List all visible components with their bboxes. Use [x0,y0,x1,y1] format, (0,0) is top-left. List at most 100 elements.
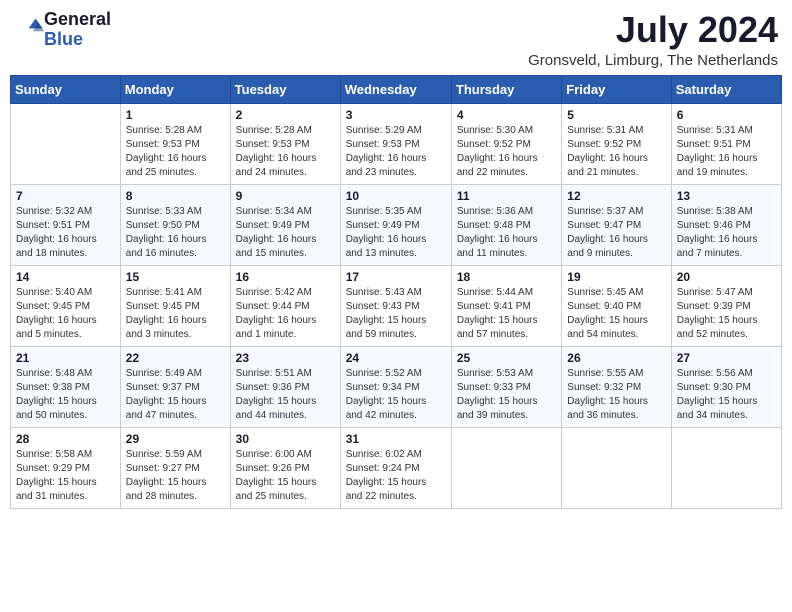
day-info: Sunrise: 5:56 AM Sunset: 9:30 PM Dayligh… [677,367,776,423]
day-number: 11 [457,189,556,203]
day-number: 14 [16,270,115,284]
day-number: 15 [126,270,225,284]
day-info: Sunrise: 5:48 AM Sunset: 9:38 PM Dayligh… [16,367,115,423]
day-number: 23 [236,351,335,365]
calendar-day-cell: 12 Sunrise: 5:37 AM Sunset: 9:47 PM Dayli… [562,184,671,265]
calendar-day-cell: 29 Sunrise: 5:59 AM Sunset: 9:27 PM Dayli… [120,427,230,508]
calendar-header-row: SundayMondayTuesdayWednesdayThursdayFrid… [11,75,782,103]
day-number: 16 [236,270,335,284]
day-number: 4 [457,108,556,122]
calendar-day-cell: 15 Sunrise: 5:41 AM Sunset: 9:45 PM Dayli… [120,265,230,346]
day-info: Sunrise: 5:34 AM Sunset: 9:49 PM Dayligh… [236,205,335,261]
day-info: Sunrise: 5:51 AM Sunset: 9:36 PM Dayligh… [236,367,335,423]
calendar-day-cell [11,103,121,184]
calendar-day-cell: 31Sunrise: 6:02 AM Sunset: 9:24 PM Dayli… [340,427,451,508]
calendar-day-cell: 2 Sunrise: 5:28 AM Sunset: 9:53 PM Daylig… [230,103,340,184]
calendar-day-cell: 8Sunrise: 5:33 AM Sunset: 9:50 PM Daylig… [120,184,230,265]
calendar-day-cell: 24 Sunrise: 5:52 AM Sunset: 9:34 PM Dayli… [340,346,451,427]
day-info: Sunrise: 5:49 AM Sunset: 9:37 PM Dayligh… [126,367,225,423]
calendar-week-row: 28 Sunrise: 5:58 AM Sunset: 9:29 PM Dayli… [11,427,782,508]
day-number: 17 [346,270,446,284]
weekday-header: Wednesday [340,75,451,103]
day-number: 10 [346,189,446,203]
day-info: Sunrise: 5:55 AM Sunset: 9:32 PM Dayligh… [567,367,665,423]
day-info: Sunrise: 5:29 AM Sunset: 9:53 PM Dayligh… [346,124,446,180]
calendar-day-cell [562,427,671,508]
calendar-day-cell: 22Sunrise: 5:49 AM Sunset: 9:37 PM Dayli… [120,346,230,427]
day-number: 24 [346,351,446,365]
calendar-day-cell: 23 Sunrise: 5:51 AM Sunset: 9:36 PM Dayli… [230,346,340,427]
day-number: 1 [126,108,225,122]
day-number: 28 [16,432,115,446]
day-info: Sunrise: 5:43 AM Sunset: 9:43 PM Dayligh… [346,286,446,342]
calendar-day-cell: 16 Sunrise: 5:42 AM Sunset: 9:44 PM Dayli… [230,265,340,346]
calendar-day-cell: 4 Sunrise: 5:30 AM Sunset: 9:52 PM Daylig… [451,103,561,184]
day-info: Sunrise: 5:42 AM Sunset: 9:44 PM Dayligh… [236,286,335,342]
calendar-day-cell: 30 Sunrise: 6:00 AM Sunset: 9:26 PM Dayli… [230,427,340,508]
calendar-day-cell: 14 Sunrise: 5:40 AM Sunset: 9:45 PM Dayli… [11,265,121,346]
day-info: Sunrise: 5:30 AM Sunset: 9:52 PM Dayligh… [457,124,556,180]
calendar-day-cell: 20Sunrise: 5:47 AM Sunset: 9:39 PM Dayli… [671,265,781,346]
day-number: 21 [16,351,115,365]
calendar-day-cell: 6 Sunrise: 5:31 AM Sunset: 9:51 PM Daylig… [671,103,781,184]
calendar-day-cell: 1 Sunrise: 5:28 AM Sunset: 9:53 PM Daylig… [120,103,230,184]
day-number: 29 [126,432,225,446]
day-info: Sunrise: 5:35 AM Sunset: 9:49 PM Dayligh… [346,205,446,261]
day-info: Sunrise: 5:33 AM Sunset: 9:50 PM Dayligh… [126,205,225,261]
calendar-day-cell: 11Sunrise: 5:36 AM Sunset: 9:48 PM Dayli… [451,184,561,265]
calendar-week-row: 14 Sunrise: 5:40 AM Sunset: 9:45 PM Dayli… [11,265,782,346]
calendar-day-cell: 17 Sunrise: 5:43 AM Sunset: 9:43 PM Dayli… [340,265,451,346]
day-number: 19 [567,270,665,284]
day-number: 2 [236,108,335,122]
weekday-header: Tuesday [230,75,340,103]
day-number: 20 [677,270,776,284]
day-info: Sunrise: 5:28 AM Sunset: 9:53 PM Dayligh… [236,124,335,180]
day-info: Sunrise: 5:40 AM Sunset: 9:45 PM Dayligh… [16,286,115,342]
day-number: 5 [567,108,665,122]
day-info: Sunrise: 5:31 AM Sunset: 9:52 PM Dayligh… [567,124,665,180]
weekday-header: Sunday [11,75,121,103]
day-number: 9 [236,189,335,203]
day-number: 6 [677,108,776,122]
location-subtitle: Gronsveld, Limburg, The Netherlands [528,52,778,69]
day-info: Sunrise: 5:41 AM Sunset: 9:45 PM Dayligh… [126,286,225,342]
day-info: Sunrise: 5:38 AM Sunset: 9:46 PM Dayligh… [677,205,776,261]
logo: General Blue [14,10,111,50]
day-number: 30 [236,432,335,446]
day-info: Sunrise: 5:32 AM Sunset: 9:51 PM Dayligh… [16,205,115,261]
day-number: 12 [567,189,665,203]
calendar-week-row: 21 Sunrise: 5:48 AM Sunset: 9:38 PM Dayli… [11,346,782,427]
calendar-day-cell: 13 Sunrise: 5:38 AM Sunset: 9:46 PM Dayli… [671,184,781,265]
day-number: 7 [16,189,115,203]
calendar-week-row: 7 Sunrise: 5:32 AM Sunset: 9:51 PM Daylig… [11,184,782,265]
day-info: Sunrise: 5:28 AM Sunset: 9:53 PM Dayligh… [126,124,225,180]
day-info: Sunrise: 6:00 AM Sunset: 9:26 PM Dayligh… [236,448,335,504]
calendar-day-cell: 25 Sunrise: 5:53 AM Sunset: 9:33 PM Dayli… [451,346,561,427]
weekday-header: Saturday [671,75,781,103]
day-info: Sunrise: 5:37 AM Sunset: 9:47 PM Dayligh… [567,205,665,261]
calendar-day-cell: 3 Sunrise: 5:29 AM Sunset: 9:53 PM Daylig… [340,103,451,184]
calendar-day-cell: 19 Sunrise: 5:45 AM Sunset: 9:40 PM Dayli… [562,265,671,346]
day-info: Sunrise: 5:59 AM Sunset: 9:27 PM Dayligh… [126,448,225,504]
calendar-day-cell: 7 Sunrise: 5:32 AM Sunset: 9:51 PM Daylig… [11,184,121,265]
day-number: 25 [457,351,556,365]
day-info: Sunrise: 5:52 AM Sunset: 9:34 PM Dayligh… [346,367,446,423]
calendar-table: SundayMondayTuesdayWednesdayThursdayFrid… [10,75,782,509]
logo-general-text: General [44,9,111,29]
day-info: Sunrise: 5:45 AM Sunset: 9:40 PM Dayligh… [567,286,665,342]
title-block: July 2024 Gronsveld, Limburg, The Nether… [528,10,778,69]
calendar-day-cell: 28 Sunrise: 5:58 AM Sunset: 9:29 PM Dayli… [11,427,121,508]
logo-icon [16,13,44,41]
calendar-day-cell: 26Sunrise: 5:55 AM Sunset: 9:32 PM Dayli… [562,346,671,427]
day-info: Sunrise: 5:31 AM Sunset: 9:51 PM Dayligh… [677,124,776,180]
day-info: Sunrise: 5:44 AM Sunset: 9:41 PM Dayligh… [457,286,556,342]
day-number: 13 [677,189,776,203]
day-info: Sunrise: 5:53 AM Sunset: 9:33 PM Dayligh… [457,367,556,423]
day-number: 27 [677,351,776,365]
logo-blue-text: Blue [44,29,83,49]
day-number: 18 [457,270,556,284]
day-info: Sunrise: 5:58 AM Sunset: 9:29 PM Dayligh… [16,448,115,504]
day-number: 3 [346,108,446,122]
calendar-day-cell: 5 Sunrise: 5:31 AM Sunset: 9:52 PM Daylig… [562,103,671,184]
weekday-header: Monday [120,75,230,103]
